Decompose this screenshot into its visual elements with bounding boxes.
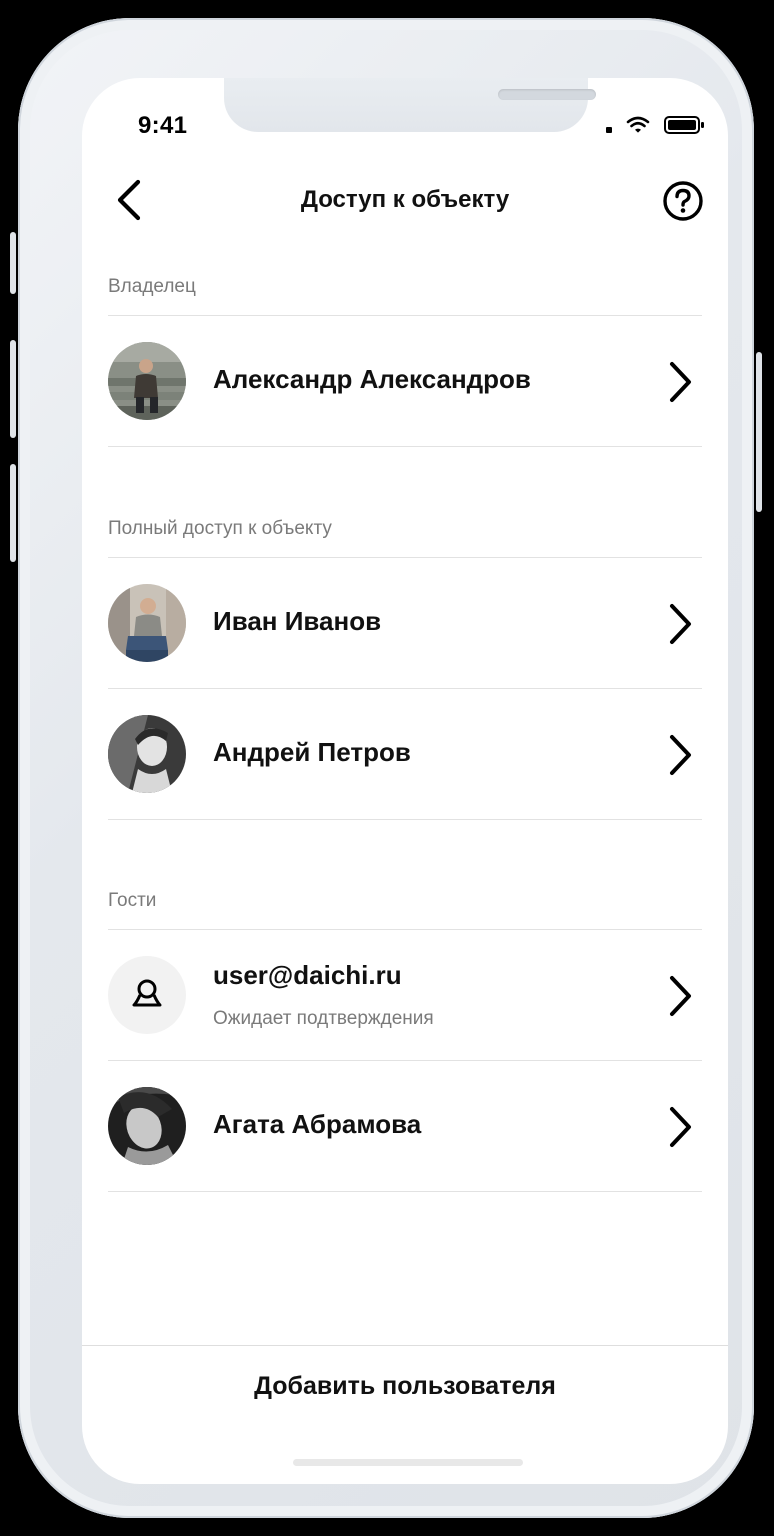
- list-item-full-access[interactable]: Андрей Петров: [108, 689, 702, 819]
- chevron-right-icon: [670, 735, 691, 775]
- home-indicator: [293, 1459, 523, 1466]
- user-name: Андрей Петров: [213, 737, 411, 767]
- user-name: Иван Иванов: [213, 606, 382, 636]
- avatar: [108, 584, 186, 662]
- user-email: user@daichi.ru: [213, 960, 402, 990]
- screen: 9:41 Доступ к объекту Владелец Александр…: [82, 78, 728, 1484]
- section-label-owner: Владелец: [108, 276, 196, 297]
- list-item-full-access[interactable]: Иван Иванов: [108, 558, 702, 688]
- user-name: Александр Александров: [213, 364, 531, 394]
- divider: [108, 446, 702, 447]
- avatar: [108, 715, 186, 793]
- user-name: Агата Абрамова: [213, 1109, 422, 1139]
- avatar-placeholder: [108, 956, 186, 1034]
- notch: [224, 78, 596, 132]
- wifi-icon: [626, 116, 650, 133]
- list-item-owner[interactable]: Александр Александров: [108, 316, 702, 446]
- silent-switch: [10, 232, 16, 294]
- power-button: [756, 352, 762, 512]
- section-label-full-access: Полный доступ к объекту: [108, 518, 332, 539]
- help-button[interactable]: [662, 180, 704, 222]
- page-title: Доступ к объекту: [300, 186, 510, 213]
- avatar: [108, 342, 186, 420]
- status-time: 9:41: [138, 112, 188, 139]
- user-placeholder-icon: [132, 979, 162, 1007]
- avatar: [108, 1087, 186, 1165]
- divider: [108, 1191, 702, 1192]
- status-icons: [606, 114, 706, 136]
- list-item-guest[interactable]: Агата Абрамова: [108, 1061, 702, 1191]
- invite-status: Ожидает подтверждения: [213, 1008, 434, 1029]
- speaker-grille: [498, 89, 596, 100]
- battery-icon: [664, 116, 704, 134]
- volume-up-button: [10, 340, 16, 438]
- signal-icon: [606, 127, 612, 133]
- list-item-guest[interactable]: user@daichi.ru Ожидает подтверждения: [108, 930, 702, 1060]
- phone-frame: 9:41 Доступ к объекту Владелец Александр…: [10, 18, 762, 1518]
- add-user-button[interactable]: Добавить пользователя: [82, 1346, 728, 1426]
- chevron-right-icon: [670, 1107, 691, 1147]
- question-circle-icon: [663, 181, 703, 221]
- chevron-right-icon: [670, 976, 691, 1016]
- section-label-guests: Гости: [108, 890, 157, 911]
- volume-down-button: [10, 464, 16, 562]
- chevron-right-icon: [670, 604, 691, 644]
- divider: [108, 819, 702, 820]
- chevron-right-icon: [670, 362, 691, 402]
